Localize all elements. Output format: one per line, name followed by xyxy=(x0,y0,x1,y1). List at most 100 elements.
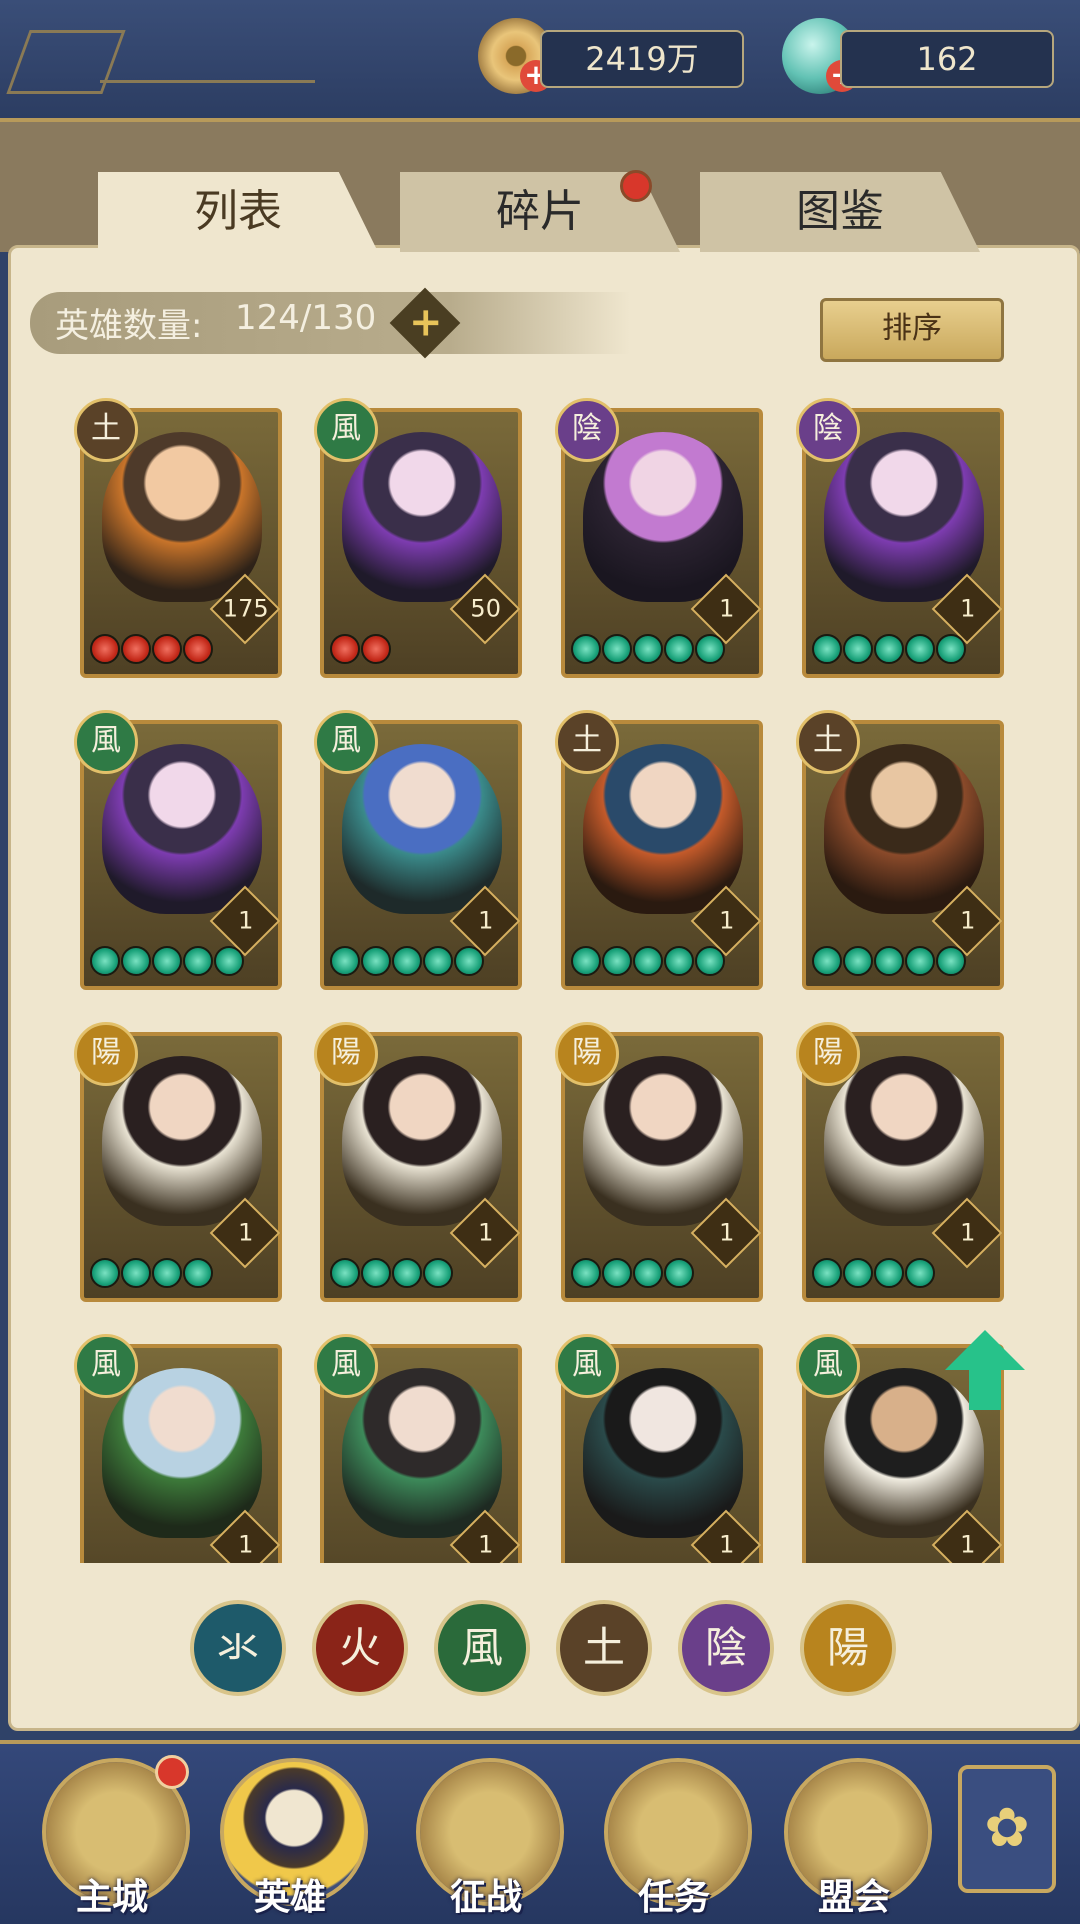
hero-card[interactable]: 陽 1 xyxy=(796,1022,1004,1302)
element-badge: 陽 xyxy=(796,1022,860,1086)
hero-card[interactable]: 土 1 xyxy=(555,710,763,990)
level-value: 1 xyxy=(238,1530,254,1559)
star-icon xyxy=(392,1258,422,1288)
hero-card[interactable]: 陽 1 xyxy=(74,1022,282,1302)
star-icon xyxy=(812,1258,842,1288)
gem-balance: 162 xyxy=(840,30,1054,88)
hero-portrait xyxy=(342,744,502,914)
star-icon xyxy=(571,946,601,976)
star-icon xyxy=(90,946,120,976)
main-city-notification-dot xyxy=(155,1755,189,1789)
star-icon xyxy=(664,634,694,664)
element-badge: 土 xyxy=(796,710,860,774)
star-icon xyxy=(936,634,966,664)
star-icon xyxy=(843,1258,873,1288)
star-icon xyxy=(121,946,151,976)
hero-portrait xyxy=(102,744,262,914)
hero-card[interactable]: 土 1 xyxy=(796,710,1004,990)
element-badge: 陽 xyxy=(314,1022,378,1086)
nav-main-city-label: 主城 xyxy=(75,1877,148,1918)
star-icon xyxy=(812,946,842,976)
star-icon xyxy=(633,946,663,976)
element-badge: 風 xyxy=(796,1334,860,1398)
star-icon xyxy=(392,946,422,976)
nav-battle-label: 征战 xyxy=(449,1877,522,1918)
hero-grid: 土 175 風 50 陰 1 陰 1 風 1 風 1 土 1 土 1 陽 1 陽… xyxy=(60,398,1020,1563)
coin-balance: 2419万 xyxy=(540,30,744,88)
star-icon xyxy=(152,634,182,664)
game-logo-icon xyxy=(6,30,126,94)
level-value: 1 xyxy=(719,1218,735,1247)
star-icon xyxy=(183,946,213,976)
star-icon xyxy=(812,634,842,664)
star-rating xyxy=(812,946,994,980)
star-icon xyxy=(874,946,904,976)
hero-card[interactable]: 風 1 xyxy=(314,1334,522,1563)
star-icon xyxy=(633,634,663,664)
star-icon xyxy=(152,946,182,976)
star-icon xyxy=(936,946,966,976)
filter-water-button[interactable]: 氺 xyxy=(190,1600,286,1696)
hero-portrait xyxy=(342,1056,502,1226)
level-value: 175 xyxy=(222,594,269,623)
star-icon xyxy=(905,946,935,976)
element-badge: 風 xyxy=(314,710,378,774)
hero-count-value: 124/130 xyxy=(235,298,377,338)
star-icon xyxy=(361,1258,391,1288)
flower-menu-icon[interactable]: ✿ xyxy=(958,1765,1056,1893)
filter-wind-button[interactable]: 風 xyxy=(434,1600,530,1696)
hero-card[interactable]: 風 1 xyxy=(555,1334,763,1563)
filter-yin-button[interactable]: 陰 xyxy=(678,1600,774,1696)
element-filter-bar: 氺 火 風 土 陰 陽 xyxy=(190,1600,910,1696)
hero-card[interactable]: 土 175 xyxy=(74,398,282,678)
star-rating xyxy=(330,1258,512,1292)
level-value: 1 xyxy=(960,1218,976,1247)
star-rating xyxy=(330,946,512,980)
level-value: 1 xyxy=(960,1530,976,1559)
hero-portrait xyxy=(824,744,984,914)
tab-list[interactable]: 列表 xyxy=(98,172,378,252)
star-rating xyxy=(330,634,512,668)
hero-card[interactable]: 風 50 xyxy=(314,398,522,678)
star-rating xyxy=(571,1258,753,1292)
filter-earth-button[interactable]: 土 xyxy=(556,1600,652,1696)
hero-portrait xyxy=(824,432,984,602)
filter-yang-button[interactable]: 陽 xyxy=(800,1600,896,1696)
hero-card[interactable]: 風 1 xyxy=(314,710,522,990)
hero-card[interactable]: 陽 1 xyxy=(555,1022,763,1302)
star-icon xyxy=(695,634,725,664)
element-badge: 土 xyxy=(555,710,619,774)
nav-hero-label: 英雄 xyxy=(253,1877,326,1918)
star-rating xyxy=(90,946,272,980)
hero-portrait xyxy=(583,432,743,602)
element-badge: 陰 xyxy=(555,398,619,462)
element-badge: 風 xyxy=(74,710,138,774)
star-icon xyxy=(90,1258,120,1288)
star-icon xyxy=(183,634,213,664)
star-icon xyxy=(905,634,935,664)
element-badge: 風 xyxy=(314,398,378,462)
level-value: 1 xyxy=(719,906,735,935)
star-icon xyxy=(330,634,360,664)
hero-portrait xyxy=(102,432,262,602)
hero-card[interactable]: 陽 1 xyxy=(314,1022,522,1302)
star-icon xyxy=(633,1258,663,1288)
hero-card[interactable]: 陰 1 xyxy=(796,398,1004,678)
star-icon xyxy=(152,1258,182,1288)
sort-button[interactable]: 排序 xyxy=(820,298,1004,362)
level-value: 1 xyxy=(719,594,735,623)
star-icon xyxy=(361,634,391,664)
star-icon xyxy=(121,1258,151,1288)
hero-portrait xyxy=(342,1368,502,1538)
star-icon xyxy=(361,946,391,976)
hero-card[interactable]: 風 1 xyxy=(74,1334,282,1563)
hero-card[interactable]: 陰 1 xyxy=(555,398,763,678)
hero-card[interactable]: 風 1 xyxy=(74,710,282,990)
star-icon xyxy=(214,946,244,976)
filter-fire-button[interactable]: 火 xyxy=(312,1600,408,1696)
star-icon xyxy=(454,946,484,976)
level-value: 50 xyxy=(470,594,501,623)
star-icon xyxy=(602,1258,632,1288)
star-icon xyxy=(874,1258,904,1288)
tab-handbook[interactable]: 图鉴 xyxy=(700,172,980,252)
